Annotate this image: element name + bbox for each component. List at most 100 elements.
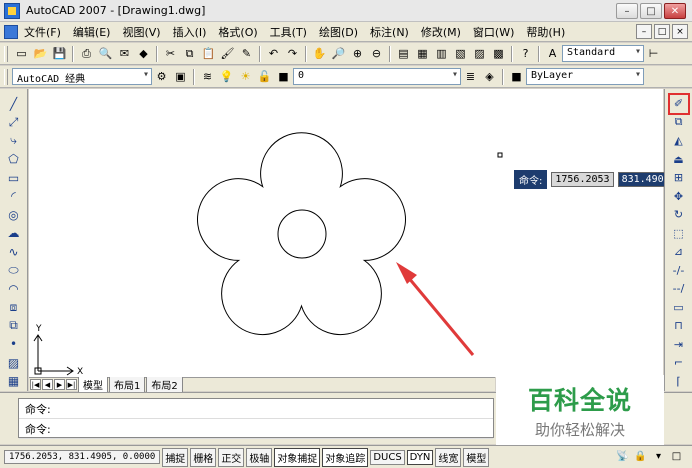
close-button[interactable]: ✕ — [664, 3, 686, 19]
document-icon[interactable] — [4, 24, 18, 39]
toolbar-grip[interactable] — [4, 68, 8, 85]
doc-close-button[interactable]: × — [672, 24, 688, 39]
tab-next-button[interactable]: ▶ — [54, 379, 65, 390]
tab-first-button[interactable]: |◀ — [30, 379, 41, 390]
undo-icon[interactable]: ↶ — [265, 45, 282, 62]
menu-tools[interactable]: 工具(T) — [264, 24, 313, 40]
ellipse-arc-icon[interactable]: ◠ — [5, 280, 23, 298]
zoom-window-icon[interactable]: ⊕ — [349, 45, 366, 62]
layer-on-icon[interactable]: 💡 — [218, 68, 235, 85]
clean-screen-icon[interactable]: □ — [669, 449, 684, 464]
dyn-toggle[interactable]: DYN — [406, 449, 434, 465]
menu-file[interactable]: 文件(F) — [18, 24, 67, 40]
rotate-icon[interactable]: ↻ — [670, 206, 688, 224]
menu-window[interactable]: 窗口(W) — [467, 24, 520, 40]
hatch-icon[interactable]: ▨ — [5, 354, 23, 372]
autocad-app-icon[interactable] — [4, 2, 20, 19]
publish-icon[interactable]: ✉ — [116, 45, 133, 62]
ortho-toggle[interactable]: 正交 — [218, 447, 245, 467]
menu-format[interactable]: 格式(O) — [212, 24, 263, 40]
ellipse-icon[interactable]: ⬭ — [5, 262, 23, 280]
new-file-icon[interactable]: ▭ — [13, 45, 30, 62]
insert-block-icon[interactable]: ⧈ — [5, 299, 23, 317]
circle-icon[interactable]: ◎ — [5, 206, 23, 224]
cut-icon[interactable]: ✂ — [162, 45, 179, 62]
drawing-canvas[interactable]: Y X — [29, 89, 663, 377]
menu-help[interactable]: 帮助(H) — [520, 24, 571, 40]
dim-style-icon[interactable]: ⊢ — [645, 45, 662, 62]
polygon-icon[interactable]: ⬠ — [5, 151, 23, 169]
command-prompt-line[interactable]: 命令: — [19, 419, 493, 439]
layer-select[interactable]: 0 — [293, 68, 461, 85]
construction-line-icon[interactable]: ⤢ — [5, 114, 23, 132]
tab-model[interactable]: 模型 — [78, 376, 108, 393]
zoom-previous-icon[interactable]: ⊖ — [368, 45, 385, 62]
pan-icon[interactable]: ✋ — [311, 45, 328, 62]
arc-icon[interactable]: ◜ — [5, 188, 23, 206]
lock-icon[interactable]: 🔒 — [633, 449, 648, 464]
3d-dwf-icon[interactable]: ◆ — [135, 45, 152, 62]
save-workspace-icon[interactable]: ▣ — [172, 68, 189, 85]
spline-icon[interactable]: ∿ — [5, 243, 23, 261]
tab-prev-button[interactable]: ◀ — [42, 379, 53, 390]
make-layer-current-icon[interactable]: ≣ — [462, 68, 479, 85]
open-file-icon[interactable]: 📂 — [32, 45, 49, 62]
lineweight-toggle[interactable]: 线宽 — [435, 447, 462, 467]
inner-circle[interactable] — [277, 209, 327, 259]
trim-icon[interactable]: -/- — [670, 262, 688, 280]
maximize-button[interactable]: □ — [640, 3, 662, 19]
explode-icon[interactable]: ⌈ — [670, 373, 688, 391]
minimize-button[interactable]: – — [616, 3, 638, 19]
polyline-icon[interactable]: ⤷ — [5, 132, 23, 150]
erase-icon[interactable]: ✐ — [667, 93, 690, 115]
menu-view[interactable]: 视图(V) — [116, 24, 166, 40]
scale-icon[interactable]: ⬚ — [670, 225, 688, 243]
workspace-settings-icon[interactable]: ⚙ — [153, 68, 170, 85]
model-toggle[interactable]: 模型 — [463, 447, 490, 467]
color-select[interactable]: ByLayer — [526, 68, 644, 85]
layer-previous-icon[interactable]: ◈ — [481, 68, 498, 85]
layer-manager-icon[interactable]: ≋ — [199, 68, 216, 85]
save-icon[interactable]: 💾 — [51, 45, 68, 62]
command-area[interactable]: 命令: 命令: — [18, 398, 494, 439]
polar-toggle[interactable]: 极轴 — [246, 447, 273, 467]
properties-icon[interactable]: ▤ — [395, 45, 412, 62]
doc-restore-button[interactable]: □ — [654, 24, 670, 39]
coordinate-display[interactable]: 1756.2053, 831.4905, 0.0000 — [4, 450, 161, 464]
join-icon[interactable]: ⊓ — [670, 317, 688, 335]
layer-lock-icon[interactable]: 🔓 — [256, 68, 273, 85]
markup-icon[interactable]: ▨ — [471, 45, 488, 62]
gradient-icon[interactable]: ▦ — [5, 373, 23, 391]
calculator-icon[interactable]: ▩ — [490, 45, 507, 62]
zoom-realtime-icon[interactable]: 🔎 — [330, 45, 347, 62]
design-center-icon[interactable]: ▦ — [414, 45, 431, 62]
osnap-toggle[interactable]: 对象捕捉 — [274, 447, 321, 467]
sheet-set-icon[interactable]: ▧ — [452, 45, 469, 62]
layer-freeze-icon[interactable]: ☀ — [237, 68, 254, 85]
grid-toggle[interactable]: 栅格 — [190, 447, 217, 467]
fillet-icon[interactable]: ⌐ — [670, 354, 688, 372]
plot-preview-icon[interactable]: 🔍 — [97, 45, 114, 62]
tab-last-button[interactable]: ▶| — [66, 379, 77, 390]
doc-minimize-button[interactable]: – — [636, 24, 652, 39]
mirror-icon[interactable]: ◭ — [670, 132, 688, 150]
layer-color-icon[interactable]: ■ — [275, 68, 292, 85]
break-icon[interactable]: ▭ — [670, 299, 688, 317]
point-icon[interactable]: • — [5, 336, 23, 354]
menu-edit[interactable]: 编辑(E) — [67, 24, 117, 40]
tab-layout1[interactable]: 布局1 — [109, 376, 146, 393]
block-editor-icon[interactable]: ✎ — [238, 45, 255, 62]
line-icon[interactable]: ╱ — [5, 95, 23, 113]
menu-modify[interactable]: 修改(M) — [415, 24, 467, 40]
menu-dimension[interactable]: 标注(N) — [364, 24, 415, 40]
paste-icon[interactable]: 📋 — [200, 45, 217, 62]
copy-clip-icon[interactable]: ⧉ — [181, 45, 198, 62]
move-icon[interactable]: ✥ — [670, 188, 688, 206]
plot-icon[interactable]: ⎙ — [78, 45, 95, 62]
revision-cloud-icon[interactable]: ☁ — [5, 225, 23, 243]
menu-draw[interactable]: 绘图(D) — [313, 24, 364, 40]
toolbar-grip[interactable] — [4, 45, 8, 62]
text-style-icon[interactable]: A — [544, 45, 561, 62]
redo-icon[interactable]: ↷ — [284, 45, 301, 62]
offset-icon[interactable]: ⏏ — [670, 151, 688, 169]
